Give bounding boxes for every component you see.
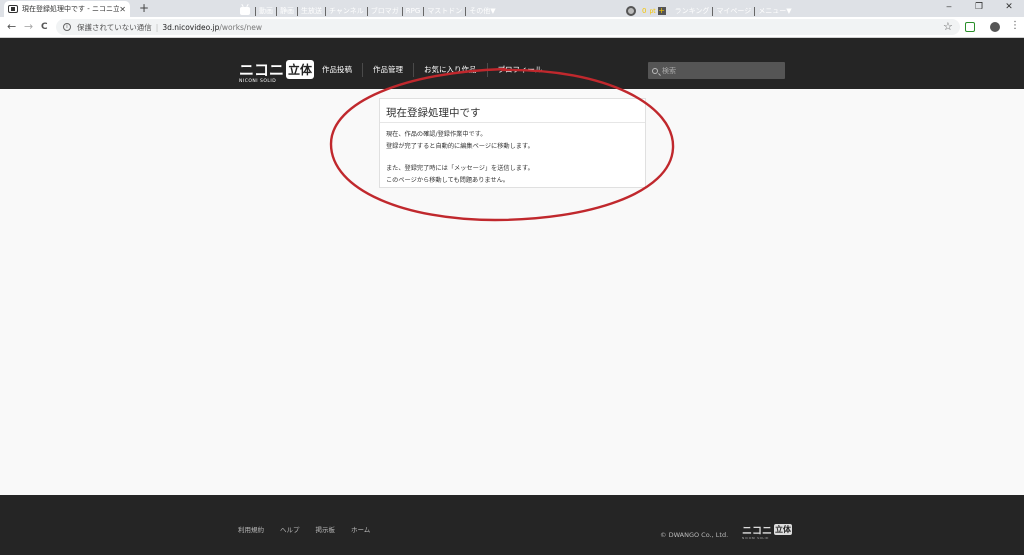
window-close-icon[interactable]: ✕ bbox=[994, 0, 1024, 15]
menu-link[interactable]: メニュー▼ bbox=[754, 6, 794, 16]
main-nav: 作品投稿 作品管理 お気に入り作品 プロフィール bbox=[312, 61, 552, 79]
footer-link-board[interactable]: 掲示板 bbox=[316, 524, 336, 534]
add-points-button[interactable]: + bbox=[657, 7, 666, 15]
service-link-blomaga[interactable]: ブロマガ bbox=[366, 6, 402, 16]
url-separator: | bbox=[155, 22, 159, 32]
mypage-link[interactable]: マイページ bbox=[712, 6, 754, 16]
footer-links: 利用規約 ヘルプ 掲示板 ホーム bbox=[238, 524, 386, 534]
new-tab-button[interactable]: + bbox=[139, 1, 149, 15]
address-bar[interactable]: i 保護されていない通信 | 3d.nicovideo.jp /works/ne… bbox=[56, 19, 960, 35]
search-icon[interactable] bbox=[652, 67, 658, 74]
status-message-line: このページから移動しても問題ありません。 bbox=[386, 176, 509, 184]
service-link-others[interactable]: その他▼ bbox=[465, 6, 498, 16]
extension-icon[interactable] bbox=[965, 22, 975, 32]
footer-logo[interactable]: ニコニ 立体 NICONI SOLID bbox=[742, 522, 792, 540]
logo-text: ニコニ bbox=[239, 61, 285, 79]
browser-tab[interactable]: 現在登録処理中です - ニコニ立体 ✕ bbox=[4, 1, 130, 17]
user-area: 0 pt + ランキング マイページ メニュー▼ bbox=[626, 3, 795, 19]
footer-link-terms[interactable]: 利用規約 bbox=[238, 524, 264, 534]
search-box bbox=[648, 62, 785, 79]
url-host: 3d.nicovideo.jp bbox=[162, 22, 220, 32]
service-link-rpg[interactable]: RPG bbox=[401, 6, 424, 16]
logo-box-text: 立体 bbox=[286, 60, 315, 79]
footer-logo-text: ニコニ bbox=[742, 526, 772, 537]
site-logo[interactable]: ニコニ 立体 NICONI SOLID bbox=[239, 59, 315, 85]
search-input[interactable] bbox=[662, 66, 772, 75]
service-link-video[interactable]: 動画 bbox=[255, 6, 276, 16]
site-footer: 利用規約 ヘルプ 掲示板 ホーム © DWANGO Co., Ltd. ニコニ … bbox=[0, 495, 1024, 555]
maximize-icon[interactable]: ❐ bbox=[964, 0, 994, 15]
tab-close-icon[interactable]: ✕ bbox=[119, 5, 126, 14]
minimize-icon[interactable]: ‒ bbox=[934, 0, 964, 15]
status-card-body: 現在、作品の確認/登録作業中です。 登録が完了すると自動的に編集ページに移動しま… bbox=[380, 123, 645, 192]
ranking-link[interactable]: ランキング bbox=[672, 7, 713, 16]
browser-toolbar: ← → C i 保護されていない通信 | 3d.nicovideo.jp /wo… bbox=[0, 17, 1024, 38]
nav-post-work[interactable]: 作品投稿 bbox=[312, 63, 362, 77]
service-link-mastodon[interactable]: マストドン bbox=[423, 6, 465, 16]
footer-link-home[interactable]: ホーム bbox=[351, 524, 370, 534]
footer-logo-box-text: 立体 bbox=[774, 524, 792, 535]
nav-manage-works[interactable]: 作品管理 bbox=[362, 63, 413, 77]
nav-profile[interactable]: プロフィール bbox=[486, 63, 553, 77]
status-card: 現在登録処理中です 現在、作品の確認/登録作業中です。 登録が完了すると自動的に… bbox=[379, 98, 646, 188]
footer-link-help[interactable]: ヘルプ bbox=[280, 524, 300, 534]
service-link-channel[interactable]: チャンネル bbox=[325, 6, 367, 16]
site-favicon-icon bbox=[8, 5, 18, 13]
forward-icon[interactable]: → bbox=[24, 20, 33, 34]
account-avatar-icon[interactable] bbox=[990, 22, 1000, 32]
status-card-title: 現在登録処理中です bbox=[380, 99, 645, 123]
status-message-line: また、登録完了時には「メッセージ」を送信します。 bbox=[386, 165, 534, 172]
browser-tab-bar: 現在登録処理中です - ニコニ立体 ✕ + ‒ ❐ ✕ bbox=[0, 0, 1024, 17]
points-value: 0 bbox=[642, 7, 647, 15]
service-link-live[interactable]: 生放送 bbox=[297, 6, 325, 16]
status-message-line: 登録が完了すると自動的に編集ページに移動します。 bbox=[386, 142, 534, 150]
reload-icon[interactable]: C bbox=[41, 20, 48, 34]
points-coin-icon bbox=[626, 6, 636, 16]
niconico-service-links: 動画 静画 生放送 チャンネル ブロマガ RPG マストドン その他▼ bbox=[240, 3, 499, 19]
tab-title: 現在登録処理中です - ニコニ立体 bbox=[22, 5, 120, 13]
bookmark-star-icon[interactable]: ☆ bbox=[943, 20, 953, 33]
footer-logo-subtext: NICONI SOLID bbox=[742, 536, 769, 540]
points-unit: pt bbox=[649, 7, 656, 15]
security-status: 保護されていない通信 bbox=[77, 22, 152, 32]
back-icon[interactable]: ← bbox=[7, 20, 16, 34]
status-message-line: 現在、作品の確認/登録作業中です。 bbox=[386, 131, 487, 138]
info-icon[interactable]: i bbox=[63, 23, 71, 31]
nav-favorites[interactable]: お気に入り作品 bbox=[413, 63, 487, 77]
niconico-tv-icon[interactable] bbox=[240, 7, 250, 15]
browser-menu-icon[interactable]: ⋮ bbox=[1010, 20, 1020, 31]
url-path: /works/new bbox=[219, 22, 262, 32]
copyright-text: © DWANGO Co., Ltd. bbox=[660, 531, 729, 539]
service-link-seiga[interactable]: 静画 bbox=[276, 6, 297, 16]
